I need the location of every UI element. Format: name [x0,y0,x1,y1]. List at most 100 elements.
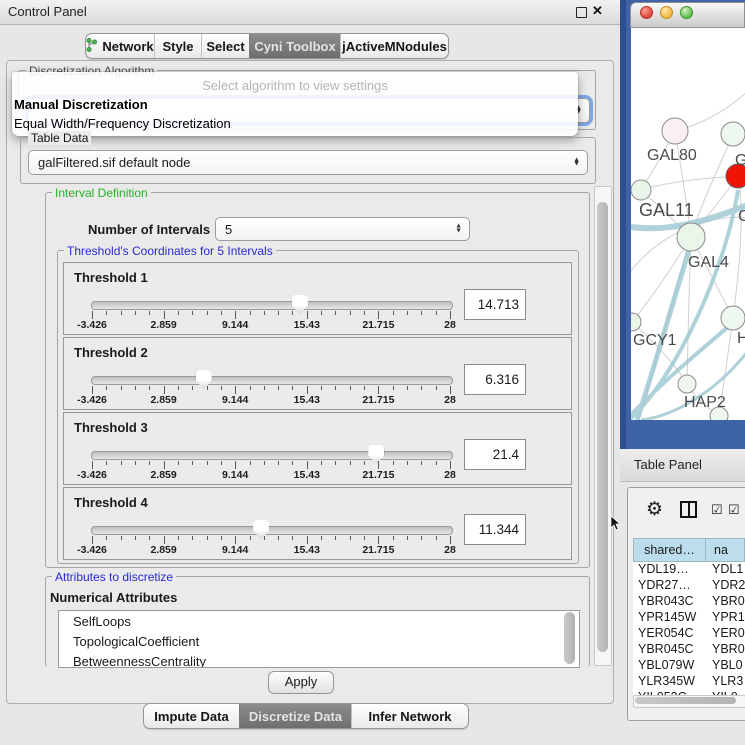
slider-tick [393,311,394,315]
table-cell[interactable]: YBR0 [708,642,745,656]
table-cell[interactable]: YBR0 [708,594,745,608]
split-columns-icon[interactable] [680,501,697,518]
minimize-traffic-light-icon[interactable] [660,6,673,19]
dropdown-option-manual[interactable]: Manual Discretization [12,95,578,115]
node-label-gal80: GAL80 [647,147,697,164]
threshold-label: Threshold 4 [74,495,148,510]
node-green-topright[interactable] [721,122,745,146]
slider-tick [221,461,222,465]
tab-infer-network[interactable]: Infer Network [351,704,468,728]
table-cell[interactable]: YBL079W [633,658,708,672]
slider-tick [407,536,408,540]
threshold-value-field[interactable]: 6.316 [464,364,526,395]
close-icon[interactable]: ✕ [592,3,603,19]
table-cell[interactable]: YBR045C [633,642,708,656]
slider-tick [393,461,394,465]
zoom-traffic-light-icon[interactable] [680,6,693,19]
table-cell[interactable]: YBL0 [708,658,745,672]
slider-tick [92,311,93,319]
table-cell[interactable]: YER0 [708,626,745,640]
threshold-slider[interactable] [91,451,453,460]
float-window-icon[interactable] [576,7,587,18]
slider-tick-label: -3.426 [77,544,107,556]
node-gal11[interactable] [631,180,651,200]
number-of-intervals-combobox[interactable]: 5 ▲▼ [215,217,470,241]
table-cell[interactable]: YLR345W [633,674,708,688]
slider-tick [121,311,122,315]
checkbox-icon[interactable]: ☑ [728,502,740,518]
threshold-value-field[interactable]: 14.713 [464,289,526,320]
table-row[interactable]: YBR045CYBR0 [633,642,745,658]
slider-tick [421,461,422,465]
node-gal80[interactable] [662,118,688,144]
tab-style[interactable]: Style [154,34,201,58]
threshold-slider[interactable] [91,301,453,310]
table-cell[interactable]: YDL19… [633,562,708,576]
tab-discretize-data[interactable]: Discretize Data [239,704,351,728]
table-rows[interactable]: YDL19…YDL1YDR27…YDR2YBR043CYBR0YPR145WYP… [633,562,745,695]
table-row[interactable]: YER054CYER0 [633,626,745,642]
threshold-value-field[interactable]: 21.4 [464,439,526,470]
column-header-name[interactable]: na [705,538,745,562]
close-traffic-light-icon[interactable] [640,6,653,19]
network-canvas[interactable]: GAL80 G. GAL11 C GAL4 GCY1 H HAP2 [631,28,745,420]
table-cell[interactable]: YDL1 [708,562,745,576]
slider-tick [321,536,322,540]
attributes-list-scrollbar[interactable] [564,612,575,664]
node-gal4[interactable] [677,223,705,251]
tab-jactivemnodules[interactable]: jActiveMNodules [340,34,448,58]
slider-tick-labels: -3.4262.8599.14415.4321.71528 [92,544,450,556]
threshold-slider[interactable] [91,526,453,535]
table-cell[interactable]: YLR3 [708,674,745,688]
table-hscrollbar-thumb[interactable] [635,697,736,704]
threshold-slider[interactable] [91,376,453,385]
slider-tick [292,461,293,465]
apply-button[interactable]: Apply [268,671,334,694]
tab-impute-data[interactable]: Impute Data [144,704,239,728]
settings-scrollbar-thumb[interactable] [597,202,608,652]
table-cell[interactable]: YPR145W [633,610,708,624]
slider-tick [278,386,279,390]
attribute-item[interactable]: BetweennessCentrality [59,651,579,668]
dropdown-option-equal-width[interactable]: Equal Width/Frequency Discretization [12,115,578,134]
table-cell[interactable]: YPR1 [708,610,745,624]
dropdown-placeholder-item[interactable]: Select algorithm to view settings [12,72,578,95]
threshold-panel: Threshold 3 -3.4262.8599.14415.4321.7152… [63,412,572,485]
table-row[interactable]: YPR145WYPR1 [633,610,745,626]
table-cell[interactable]: YDR2 [708,578,745,592]
table-row[interactable]: YDL19…YDL1 [633,562,745,578]
table-row[interactable]: YDR27…YDR2 [633,578,745,594]
table-cell[interactable]: YBR043C [633,594,708,608]
slider-tick [192,311,193,315]
column-header-shared-name[interactable]: shared… [633,538,706,562]
attribute-item[interactable]: TopologicalCoefficient [59,631,579,651]
node-hap2[interactable] [678,375,696,393]
table-cell[interactable]: YDR27… [633,578,708,592]
node-right-mid[interactable] [721,306,745,330]
slider-tick [264,311,265,315]
slider-tick [250,311,251,315]
table-row[interactable]: YBL079WYBL0 [633,658,745,674]
table-cell[interactable]: YER054C [633,626,708,640]
gear-icon[interactable]: ⚙ [646,498,663,521]
threshold-value-field[interactable]: 11.344 [464,514,526,545]
table-data-combobox[interactable]: galFiltered.sif default node ▲▼ [28,150,588,175]
tab-cyni-toolbox[interactable]: Cyni Toolbox [249,34,340,58]
table-row[interactable]: YBR043CYBR0 [633,594,745,610]
slider-tick [407,386,408,390]
checkbox-icon[interactable]: ☑ [711,502,723,518]
slider-tick [292,386,293,390]
slider-tick [149,536,150,540]
slider-tick-label: 21.715 [362,319,394,331]
slider-tick-label: 2.859 [150,394,176,406]
slider-tick [421,386,422,390]
slider-tick [135,386,136,390]
slider-tick-label: 21.715 [362,469,394,481]
numerical-attributes-list[interactable]: SelfLoopsTopologicalCoefficientBetweenne… [58,610,580,668]
table-row[interactable]: YLR345WYLR3 [633,674,745,690]
slider-tick [350,536,351,540]
tab-select[interactable]: Select [201,34,249,58]
slider-tick-label: 2.859 [150,544,176,556]
tab-network[interactable]: Network [86,34,154,58]
attribute-item[interactable]: SelfLoops [59,611,579,631]
